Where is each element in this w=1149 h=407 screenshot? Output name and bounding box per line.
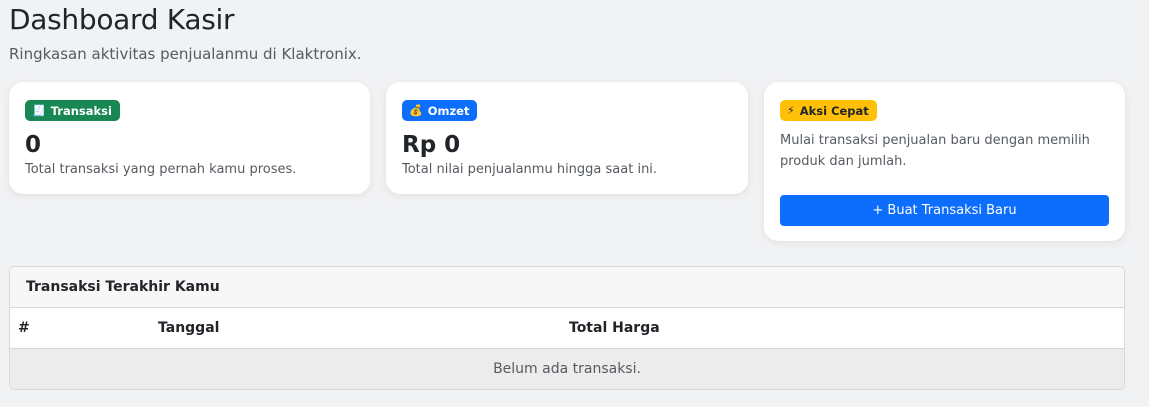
recent-transactions-panel: Transaksi Terakhir Kamu # Tanggal Total … [9,266,1125,390]
column-header-total-harga: Total Harga [569,320,660,336]
transaksi-count: 0 [25,132,42,158]
column-header-number: # [18,320,30,336]
omzet-value: Rp 0 [402,132,461,158]
aksi-cepat-card: ⚡ Aksi Cepat Mulai transaksi penjualan b… [764,82,1125,241]
omzet-badge-label: Omzet [427,103,470,118]
column-header-tanggal: Tanggal [158,320,220,336]
recent-transactions-title: Transaksi Terakhir Kamu [10,267,1124,308]
transaksi-badge-label: Transaksi [50,103,112,118]
buat-transaksi-baru-button[interactable]: + Buat Transaksi Baru [780,195,1109,226]
omzet-description: Total nilai penjualanmu hingga saat ini. [402,162,658,177]
empty-table-message: Belum ada transaksi. [10,349,1124,389]
aksi-cepat-description: Mulai transaksi penjualan baru dengan me… [780,133,1090,169]
transaksi-description: Total transaksi yang pernah kamu proses. [25,162,297,177]
aksi-cepat-badge-label: Aksi Cepat [799,103,869,118]
omzet-badge: 💰 Omzet [402,100,478,121]
transaksi-card: 🧾 Transaksi 0 Total transaksi yang perna… [9,82,370,194]
omzet-card: 💰 Omzet Rp 0 Total nilai penjualanmu hin… [386,82,748,194]
lightning-icon: ⚡ [787,104,795,117]
table-header-row: # Tanggal Total Harga [10,308,1124,349]
page-subtitle: Ringkasan aktivitas penjualanmu di Klakt… [9,45,362,63]
money-bag-icon: 💰 [409,104,423,117]
aksi-cepat-badge: ⚡ Aksi Cepat [780,100,877,121]
transaksi-badge: 🧾 Transaksi [25,100,120,121]
page-title: Dashboard Kasir [9,3,235,36]
receipt-icon: 🧾 [32,104,46,117]
